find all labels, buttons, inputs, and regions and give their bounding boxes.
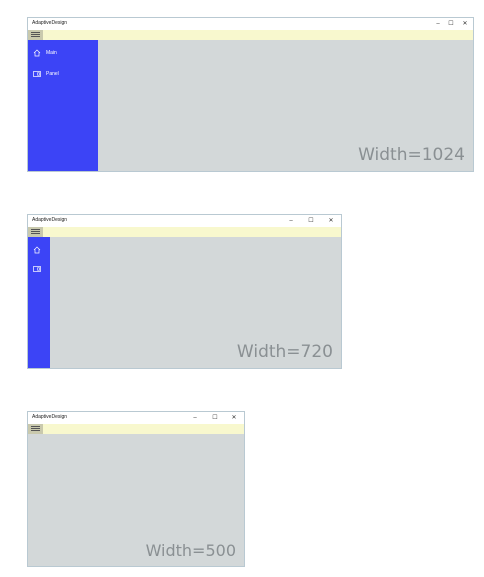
close-button[interactable]: ✕: [460, 19, 470, 29]
nav-item-label: Main: [46, 50, 57, 56]
screenshot-canvas: { "windows": [ { "title": "AdaptiveDesig…: [0, 0, 484, 577]
hamburger-line: [31, 430, 40, 431]
hamburger-icon: [31, 32, 40, 33]
home-icon: [33, 49, 41, 57]
nav-pane-compact: [28, 237, 50, 368]
hamburger-line: [31, 231, 40, 232]
hamburger-line: [31, 233, 40, 234]
hamburger-line: [31, 34, 40, 35]
minimize-button[interactable]: –: [286, 216, 296, 226]
minimize-button[interactable]: –: [433, 19, 443, 29]
close-button[interactable]: ✕: [326, 216, 336, 226]
main-content: Width=500: [28, 434, 244, 566]
nav-item-label: Panel: [46, 71, 59, 77]
app-window-narrow: AdaptiveDesign – ☐ ✕ Width=500: [27, 411, 245, 567]
nav-item-main[interactable]: [28, 245, 50, 255]
top-bar: [28, 424, 244, 434]
top-bar: [28, 227, 341, 237]
hamburger-menu-button[interactable]: [28, 227, 43, 237]
nav-item-panel[interactable]: [28, 264, 50, 274]
window-title: AdaptiveDesign: [32, 217, 68, 223]
main-content: Width=720: [28, 237, 341, 368]
hamburger-line: [31, 428, 40, 429]
app-window-medium: AdaptiveDesign – ☐ ✕ Width=720: [27, 214, 342, 369]
maximize-button[interactable]: ☐: [446, 19, 456, 29]
maximize-button[interactable]: ☐: [210, 413, 220, 423]
hamburger-line: [31, 36, 40, 37]
width-label: Width=500: [145, 541, 236, 560]
close-button[interactable]: ✕: [229, 413, 239, 423]
window-title: AdaptiveDesign: [32, 20, 68, 26]
title-bar: AdaptiveDesign – ☐ ✕: [28, 18, 473, 30]
width-label: Width=1024: [358, 145, 465, 165]
window-title: AdaptiveDesign: [32, 414, 68, 420]
hamburger-icon: [31, 426, 40, 427]
width-label: Width=720: [236, 342, 333, 362]
nav-pane-expanded: Main Panel: [28, 40, 98, 171]
nav-item-panel[interactable]: Panel: [28, 69, 98, 79]
hamburger-menu-button[interactable]: [28, 30, 43, 40]
title-bar: AdaptiveDesign – ☐ ✕: [28, 412, 244, 424]
home-icon: [33, 246, 41, 254]
panel-icon: [33, 71, 41, 77]
panel-icon: [33, 266, 41, 272]
hamburger-icon: [31, 229, 40, 230]
maximize-button[interactable]: ☐: [306, 216, 316, 226]
main-content: Main Panel Width=1024: [28, 40, 473, 171]
minimize-button[interactable]: –: [190, 413, 200, 423]
top-bar: [28, 30, 473, 40]
app-window-wide: AdaptiveDesign – ☐ ✕ Main Panel Width=10…: [27, 17, 474, 172]
nav-item-main[interactable]: Main: [28, 48, 98, 58]
hamburger-menu-button[interactable]: [28, 424, 43, 434]
title-bar: AdaptiveDesign – ☐ ✕: [28, 215, 341, 227]
